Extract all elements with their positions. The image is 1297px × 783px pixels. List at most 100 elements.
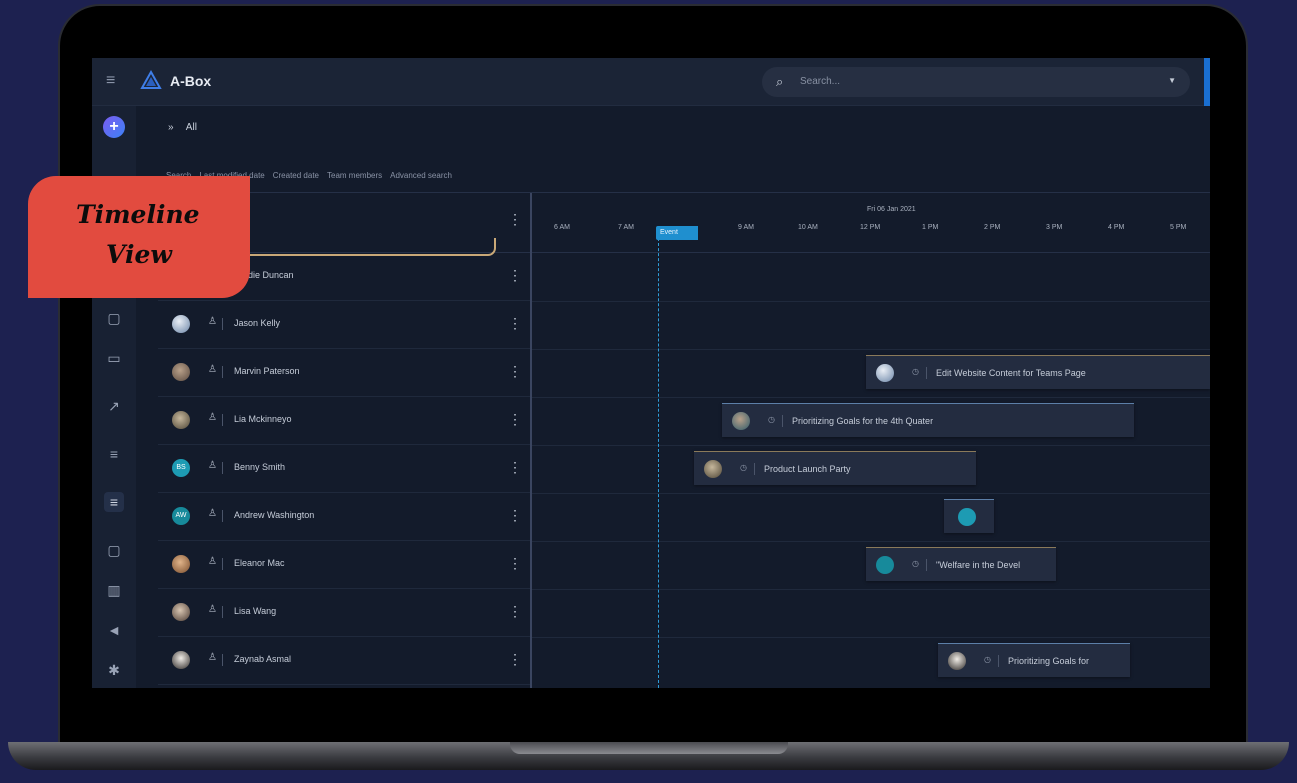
kebab-menu-icon[interactable]: ⋮: [508, 507, 522, 524]
hour-label: 7 AM: [618, 224, 634, 231]
avatar: [172, 411, 190, 429]
announcement-icon[interactable]: ◄: [104, 620, 124, 640]
hour-label: 10 AM: [798, 224, 818, 231]
kebab-menu-icon[interactable]: ⋮: [508, 363, 522, 380]
app-logo: [140, 70, 162, 89]
caret-down-icon[interactable]: ▼: [1168, 76, 1176, 85]
person-row[interactable]: BS ♙ Benny Smith ⋮: [158, 445, 530, 493]
separator: [222, 414, 223, 426]
avatar: [172, 555, 190, 573]
hour-label: 2 PM: [984, 224, 1001, 231]
avatar: [172, 363, 190, 381]
current-time-tag: Event: [656, 226, 698, 240]
search-input[interactable]: ⌕ Search... ▼: [762, 67, 1190, 97]
calendar-icon[interactable]: ▢: [104, 308, 124, 328]
timeline-grid: Fri 06 Jan 2021 6 AM 7 AM 9 AM 10 AM 12 …: [532, 193, 1210, 688]
event-title: Prioritizing Goals for: [1008, 656, 1090, 666]
kebab-menu-icon[interactable]: ⋮: [508, 459, 522, 476]
badge-line-2: View: [106, 240, 172, 269]
row-divider: [532, 397, 1210, 398]
separator: [222, 462, 223, 474]
person-name: Benny Smith: [234, 462, 286, 472]
topbar-accent: [1204, 58, 1210, 106]
separator: [222, 606, 223, 618]
event-card[interactable]: ◷ Prioritizing Goals for the 4th Quater: [722, 403, 1134, 437]
kebab-menu-icon[interactable]: ⋮: [508, 267, 522, 284]
person-name: Eleanor Mac: [234, 558, 285, 568]
event-card[interactable]: ◷ Prioritizing Goals for: [938, 643, 1130, 677]
person-icon: ♙: [208, 556, 217, 567]
row-divider: [532, 541, 1210, 542]
separator: [926, 559, 927, 571]
kebab-menu-icon[interactable]: ⋮: [508, 315, 522, 332]
event-card[interactable]: ◷ "Welfare in the Devel: [866, 547, 1056, 581]
hamburger-icon[interactable]: ≡: [106, 73, 122, 89]
current-time-line: [658, 233, 659, 688]
separator: [926, 367, 927, 379]
avatar: [172, 315, 190, 333]
hour-label: 12 PM: [860, 224, 881, 231]
person-row[interactable]: ♙ Eleanor Mac ⋮: [158, 541, 530, 589]
tasks-icon[interactable]: ≡: [104, 444, 124, 464]
clock-icon: ◷: [912, 559, 919, 568]
folder-icon[interactable]: ▭: [104, 348, 124, 368]
filter-advanced-search[interactable]: Advanced search: [390, 171, 452, 180]
hour-label: 4 PM: [1108, 224, 1125, 231]
hour-label: 3 PM: [1046, 224, 1063, 231]
event-card[interactable]: ◷ Edit Website Content for Teams Page: [866, 355, 1210, 389]
person-name: Zaynab Asmal: [234, 654, 292, 664]
person-row[interactable]: ♙ Marvin Paterson ⋮: [158, 349, 530, 397]
board-icon[interactable]: ▥: [104, 580, 124, 600]
person-name: Andrew Washington: [234, 510, 315, 520]
separator: [222, 510, 223, 522]
person-row[interactable]: ♙ Lia Mckinneyo ⋮: [158, 397, 530, 445]
filter-created-date[interactable]: Created date: [273, 171, 319, 180]
person-row[interactable]: ♙ Jason Kelly ⋮: [158, 301, 530, 349]
add-button[interactable]: +: [103, 116, 125, 138]
hour-label: 6 AM: [554, 224, 570, 231]
person-name: Jason Kelly: [234, 318, 281, 328]
kebab-menu-icon[interactable]: ⋮: [508, 411, 522, 428]
timeline-icon[interactable]: ≡: [104, 492, 124, 512]
person-row[interactable]: ♙ Lisa Wang ⋮: [158, 589, 530, 637]
person-icon: ♙: [208, 508, 217, 519]
avatar: [704, 460, 722, 478]
avatar: [172, 603, 190, 621]
timeline-date: Fri 06 Jan 2021: [867, 206, 916, 213]
person-name: Lisa Wang: [234, 606, 277, 616]
separator: [782, 415, 783, 427]
person-icon: ♙: [208, 412, 217, 423]
person-name: Lia Mckinneyo: [234, 414, 292, 424]
row-divider: [532, 445, 1210, 446]
person-row[interactable]: ♙ Zaynab Asmal ⋮: [158, 637, 530, 685]
separator: [222, 654, 223, 666]
hour-label: 9 AM: [738, 224, 754, 231]
event-title: "Welfare in the Devel: [936, 560, 1021, 570]
breadcrumb[interactable]: » All: [168, 122, 197, 133]
settings-icon[interactable]: ✱: [104, 660, 124, 680]
event-icon[interactable]: ▢: [104, 540, 124, 560]
clock-icon: ◷: [768, 415, 775, 424]
event-card[interactable]: [944, 499, 994, 533]
avatar: [172, 651, 190, 669]
avatar: BS: [172, 459, 190, 477]
analytics-icon[interactable]: ↗: [104, 396, 124, 416]
kebab-menu-icon[interactable]: ⋮: [508, 555, 522, 572]
row-divider: [532, 589, 1210, 590]
avatar: [958, 508, 976, 526]
event-card[interactable]: ◷ Product Launch Party: [694, 451, 976, 485]
person-icon: ♙: [208, 460, 217, 471]
filter-team-members[interactable]: Team members: [327, 171, 382, 180]
double-chevron-icon: »: [168, 122, 174, 133]
kebab-menu-icon[interactable]: ⋮: [508, 211, 522, 228]
row-divider: [532, 637, 1210, 638]
app-title: A-Box: [170, 73, 212, 89]
avatar: [876, 364, 894, 382]
kebab-menu-icon[interactable]: ⋮: [508, 651, 522, 668]
event-title: Prioritizing Goals for the 4th Quater: [792, 416, 934, 426]
person-row[interactable]: AW ♙ Andrew Washington ⋮: [158, 493, 530, 541]
row-divider: [532, 349, 1210, 350]
kebab-menu-icon[interactable]: ⋮: [508, 603, 522, 620]
top-bar: ≡ A-Box ⌕ Search... ▼: [92, 58, 1210, 106]
person-icon: ♙: [208, 604, 217, 615]
